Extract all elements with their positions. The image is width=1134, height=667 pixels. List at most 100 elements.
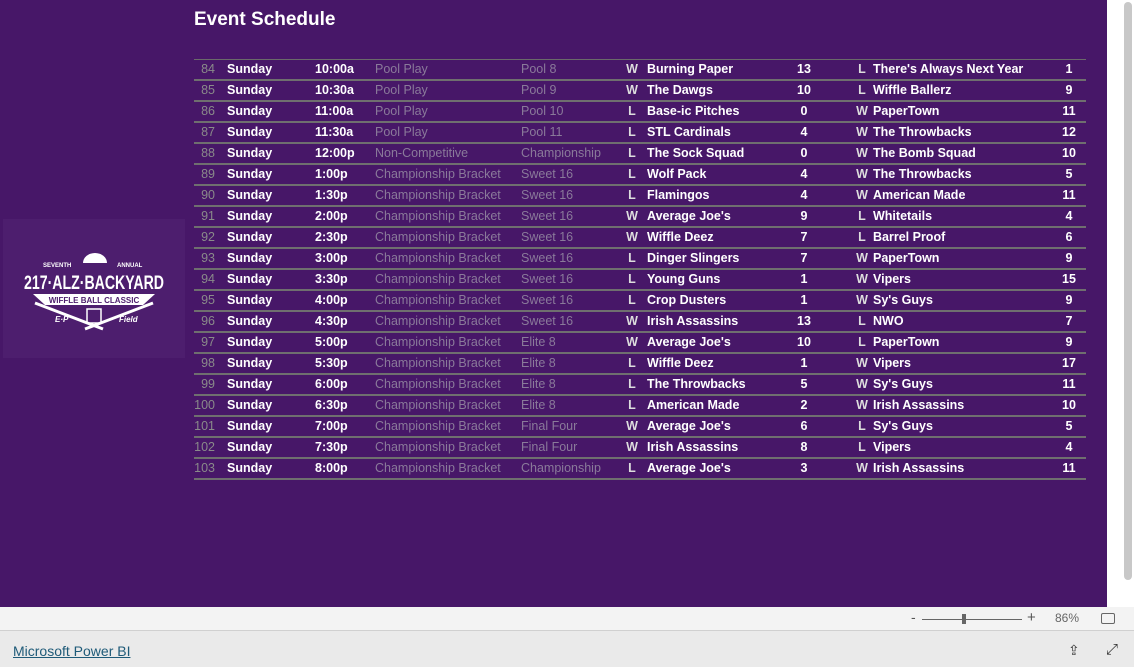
team1-result: W [626, 62, 638, 76]
time: 12:00p [315, 146, 355, 160]
team2-name: The Bomb Squad [873, 146, 976, 160]
expand-icon[interactable]: ⤢ [1106, 641, 1118, 658]
team2-result: W [856, 356, 868, 370]
team2-score: 4 [1065, 440, 1073, 454]
game-number: 102 [194, 440, 215, 454]
team1-score: 10 [797, 335, 811, 349]
game-number: 97 [201, 335, 215, 349]
share-icon[interactable]: ⇪ [1068, 642, 1080, 659]
day: Sunday [227, 356, 273, 370]
table-row: 95 Sunday 4:00p Championship Bracket Sweet 1… [194, 291, 1086, 312]
team2-name: PaperTown [873, 335, 940, 349]
time: 2:00p [315, 209, 348, 223]
team1-result: W [626, 83, 638, 97]
team1-name: STL Cardinals [647, 125, 731, 139]
team1-name: Irish Assassins [647, 314, 739, 328]
game-number: 89 [201, 167, 215, 181]
team2-name: Barrel Proof [873, 230, 946, 244]
team2-name: Wiffle Ballerz [873, 83, 952, 97]
team2-score: 1 [1065, 62, 1073, 76]
category: Pool Play [375, 104, 428, 118]
time: 3:30p [315, 272, 348, 286]
team2-name: Vipers [873, 356, 911, 370]
game-number: 98 [201, 356, 215, 370]
table-row: 91 Sunday 2:00p Championship Bracket Sweet 1… [194, 207, 1086, 228]
category: Championship Bracket [375, 398, 501, 412]
team2-result: W [856, 251, 868, 265]
table-row: 96 Sunday 4:30p Championship Bracket Sweet 1… [194, 312, 1086, 333]
svg-text:Field: Field [119, 315, 139, 324]
time: 10:30a [315, 83, 354, 97]
team1-result: W [626, 440, 638, 454]
schedule-table: 84 Sunday 10:00a Pool Play Pool 8 W Burning Pa… [194, 59, 1086, 480]
game-number: 85 [201, 83, 215, 97]
team1-score: 1 [800, 272, 808, 286]
team2-score: 9 [1065, 251, 1073, 265]
team1-name: Average Joe's [647, 461, 731, 475]
team1-name: Average Joe's [647, 209, 731, 223]
team2-name: The Throwbacks [873, 125, 972, 139]
day: Sunday [227, 167, 273, 181]
team1-score: 7 [800, 230, 808, 244]
game-number: 84 [201, 62, 215, 76]
team2-score: 5 [1065, 167, 1073, 181]
svg-text:ANNUAL: ANNUAL [117, 263, 143, 269]
team1-score: 5 [800, 377, 808, 391]
team2-score: 7 [1065, 314, 1073, 328]
team2-result: W [856, 125, 868, 139]
day: Sunday [227, 209, 273, 223]
game-number: 86 [201, 104, 215, 118]
team2-name: The Throwbacks [873, 167, 972, 181]
round: Elite 8 [521, 398, 556, 412]
category: Championship Bracket [375, 293, 501, 307]
team1-score: 6 [800, 419, 808, 433]
team1-name: The Dawgs [647, 83, 713, 97]
team2-score: 11 [1062, 104, 1076, 118]
team2-name: Vipers [873, 272, 911, 286]
team2-score: 11 [1062, 377, 1076, 391]
category: Championship Bracket [375, 335, 501, 349]
team1-name: Average Joe's [647, 419, 731, 433]
game-number: 94 [201, 272, 215, 286]
team1-result: W [626, 230, 638, 244]
team2-name: Irish Assassins [873, 398, 965, 412]
zoom-slider[interactable] [922, 619, 1022, 620]
team2-name: Sy's Guys [873, 419, 933, 433]
round: Final Four [521, 419, 578, 433]
team1-name: The Throwbacks [647, 377, 746, 391]
team2-result: W [856, 272, 868, 286]
table-row: 101 Sunday 7:00p Championship Bracket Final … [194, 417, 1086, 438]
time: 1:30p [315, 188, 348, 202]
time: 6:30p [315, 398, 348, 412]
scrollbar-thumb[interactable] [1124, 2, 1132, 580]
team2-name: Vipers [873, 440, 911, 454]
category: Championship Bracket [375, 209, 501, 223]
zoom-out-button[interactable]: - [911, 609, 916, 625]
power-bi-link[interactable]: Microsoft Power BI [13, 643, 130, 659]
team2-score: 9 [1065, 335, 1073, 349]
round: Sweet 16 [521, 209, 574, 223]
category: Pool Play [375, 83, 428, 97]
round: Sweet 16 [521, 230, 574, 244]
day: Sunday [227, 398, 273, 412]
table-row: 90 Sunday 1:30p Championship Bracket Sweet 1… [194, 186, 1086, 207]
team1-result: L [628, 188, 636, 202]
team1-result: L [628, 272, 636, 286]
zoom-slider-handle[interactable] [962, 614, 966, 624]
team1-score: 9 [800, 209, 808, 223]
table-row: 87 Sunday 11:30a Pool Play Pool 11 L STL Cardi… [194, 123, 1086, 144]
time: 8:00p [315, 461, 348, 475]
zoom-level: 86% [1055, 611, 1080, 625]
day: Sunday [227, 230, 273, 244]
team2-result: L [858, 314, 866, 328]
round: Sweet 16 [521, 188, 574, 202]
team1-score: 1 [800, 356, 808, 370]
zoom-in-button[interactable]: + [1027, 609, 1036, 626]
table-row: 97 Sunday 5:00p Championship Bracket Elite 8… [194, 333, 1086, 354]
page-title: Event Schedule [194, 9, 336, 30]
day: Sunday [227, 125, 273, 139]
table-row: 98 Sunday 5:30p Championship Bracket Elite 8… [194, 354, 1086, 375]
fit-to-page-icon[interactable] [1101, 613, 1115, 624]
time: 11:00a [315, 104, 354, 118]
time: 7:30p [315, 440, 348, 454]
